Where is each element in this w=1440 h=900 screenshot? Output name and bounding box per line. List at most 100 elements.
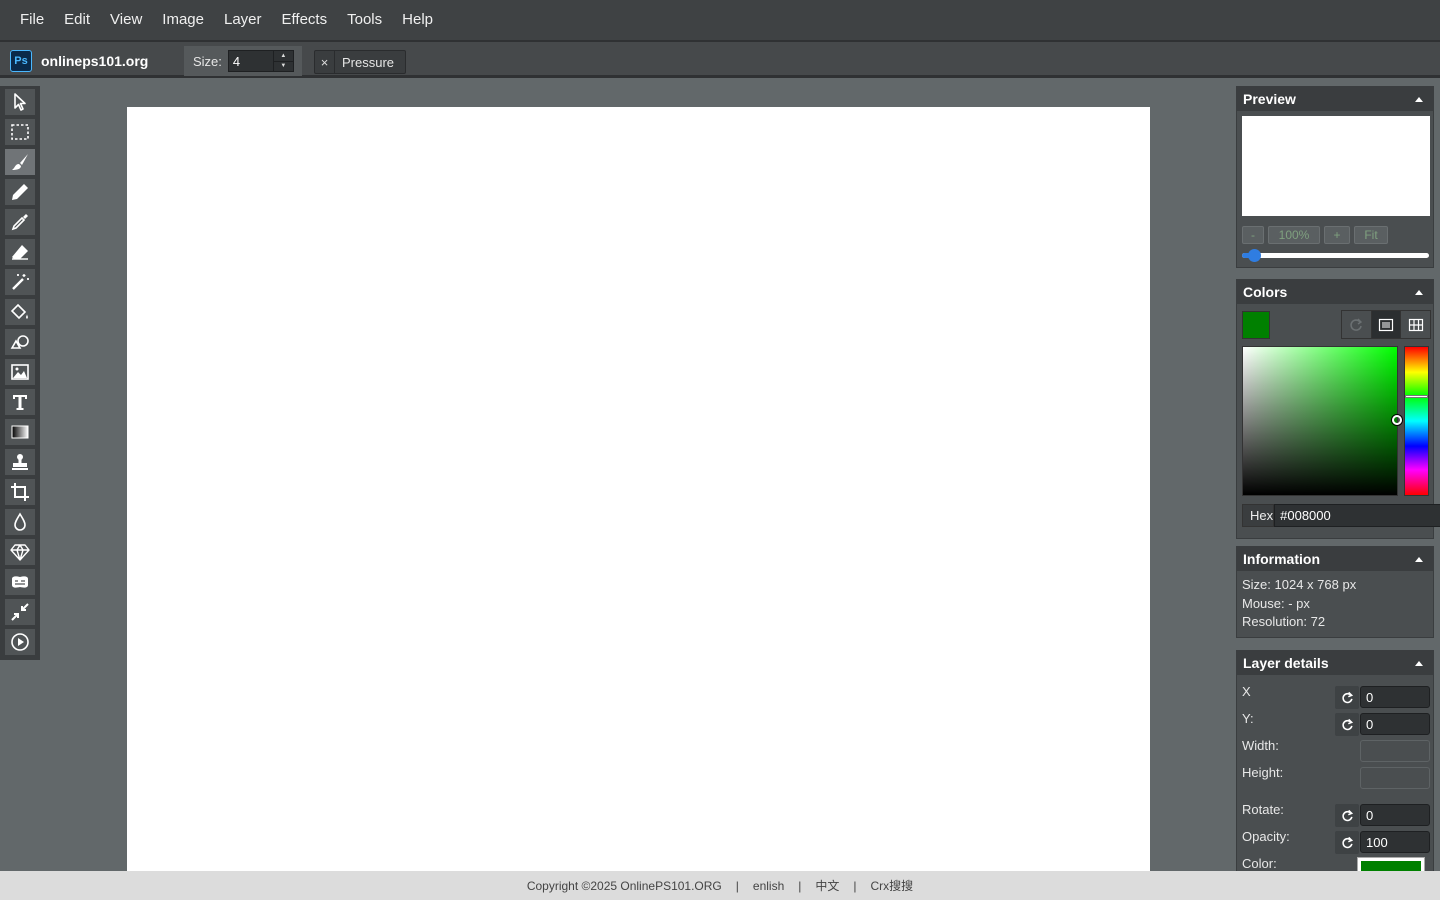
tool-eraser[interactable]: [5, 239, 35, 265]
layer-width-input[interactable]: [1360, 740, 1430, 762]
reset-rotate-button[interactable]: [1335, 804, 1359, 827]
tool-pencil[interactable]: [5, 179, 35, 205]
tool-blur[interactable]: [5, 509, 35, 535]
hex-input[interactable]: [1274, 504, 1440, 527]
layer-x-row: X: [1242, 684, 1430, 709]
tool-text[interactable]: [5, 389, 35, 415]
reset-opacity-button[interactable]: [1335, 831, 1359, 854]
preview-header[interactable]: Preview: [1237, 87, 1433, 111]
tool-image[interactable]: [5, 359, 35, 385]
tool-brush[interactable]: [5, 149, 35, 175]
tool-gradient[interactable]: [5, 419, 35, 445]
preview-panel: Preview - 100% + Fit: [1236, 86, 1434, 268]
refresh-icon: [1342, 718, 1354, 730]
zoom-fit-button[interactable]: Fit: [1354, 226, 1388, 244]
select-tool-icon: [14, 93, 26, 111]
refresh-icon: [1342, 836, 1354, 848]
collapse-arrow-icon[interactable]: [1415, 289, 1423, 295]
menu-image[interactable]: Image: [152, 0, 214, 40]
footer-separator: |: [735, 878, 739, 893]
layer-opacity-row: Opacity:: [1242, 829, 1430, 854]
color-mode-list[interactable]: [1370, 311, 1401, 338]
color-picker-handle[interactable]: [1392, 415, 1402, 425]
current-color-swatch[interactable]: [1242, 311, 1270, 339]
layer-details-header[interactable]: Layer details: [1237, 651, 1433, 675]
image-icon: [11, 364, 29, 380]
tool-clone-stamp[interactable]: [5, 449, 35, 475]
refresh-icon: [1350, 318, 1363, 331]
collapse-arrow-icon[interactable]: [1415, 660, 1423, 666]
footer-link-chinese[interactable]: 中文: [815, 877, 839, 894]
menu-layer[interactable]: Layer: [214, 0, 272, 40]
bulge-icon: [12, 576, 28, 588]
layer-y-row: Y:: [1242, 711, 1430, 736]
menu-edit[interactable]: Edit: [54, 0, 100, 40]
footer-link-english[interactable]: enlish: [753, 879, 784, 893]
tool-resize[interactable]: [5, 599, 35, 625]
magic-wand-icon: [12, 274, 29, 290]
tool-color-picker[interactable]: [5, 209, 35, 235]
tool-fill[interactable]: [5, 299, 35, 325]
zoom-slider-thumb[interactable]: [1247, 249, 1261, 262]
color-mode-wheel[interactable]: [1342, 311, 1371, 338]
zoom-slider[interactable]: [1242, 249, 1429, 262]
pressure-toggle[interactable]: × Pressure: [314, 50, 406, 74]
colors-panel: Colors Hex: [1236, 279, 1440, 539]
hue-slider-marker[interactable]: [1405, 395, 1428, 398]
tool-magic-wand[interactable]: [5, 269, 35, 295]
text-icon: [13, 395, 27, 410]
zoom-value-button[interactable]: 100%: [1268, 226, 1320, 244]
hue-slider[interactable]: [1404, 346, 1429, 496]
collapse-arrow-icon[interactable]: [1415, 556, 1423, 562]
info-size: Size: 1024 x 768 px: [1242, 577, 1357, 592]
stepper-down-icon[interactable]: ▼: [273, 60, 293, 72]
layer-x-label: X: [1242, 684, 1251, 699]
layer-height-row: Height:: [1242, 765, 1430, 789]
menu-effects[interactable]: Effects: [272, 0, 338, 40]
zoom-out-button[interactable]: -: [1242, 226, 1264, 244]
size-stepper[interactable]: ▲ ▼: [273, 50, 294, 72]
stepper-up-icon[interactable]: ▲: [274, 51, 293, 61]
footer-link-crx[interactable]: Crx搜搜: [871, 877, 914, 894]
tool-sharpen[interactable]: [5, 539, 35, 565]
information-title: Information: [1243, 551, 1320, 567]
brand[interactable]: Ps onlineps101.org: [10, 50, 148, 72]
saturation-value-picker[interactable]: [1242, 346, 1402, 496]
zoom-slider-track: [1242, 253, 1429, 258]
layer-width-label: Width:: [1242, 738, 1279, 753]
tool-bulge[interactable]: [5, 569, 35, 595]
tool-shapes[interactable]: [5, 329, 35, 355]
pressure-label: Pressure: [342, 54, 395, 70]
menu-tools[interactable]: Tools: [337, 0, 392, 40]
color-mode-grid[interactable]: [1400, 311, 1431, 338]
size-input[interactable]: [227, 50, 274, 72]
layer-opacity-input[interactable]: [1360, 831, 1430, 853]
layer-height-input[interactable]: [1360, 767, 1430, 789]
tool-crop[interactable]: [5, 479, 35, 505]
reset-x-button[interactable]: [1335, 686, 1359, 709]
information-header[interactable]: Information: [1237, 547, 1433, 571]
close-icon[interactable]: ×: [315, 51, 335, 73]
grid-icon: [1408, 318, 1423, 331]
layer-rotate-label: Rotate:: [1242, 802, 1284, 817]
eraser-icon: [12, 245, 28, 260]
collapse-arrow-icon[interactable]: [1415, 96, 1423, 102]
tool-rectangle-select[interactable]: [5, 119, 35, 145]
tool-animation[interactable]: [5, 629, 35, 655]
reset-y-button[interactable]: [1335, 713, 1359, 736]
menu-help[interactable]: Help: [392, 0, 443, 40]
menu-view[interactable]: View: [100, 0, 152, 40]
tool-select[interactable]: [5, 89, 35, 115]
layer-y-input[interactable]: [1360, 713, 1430, 735]
brush-icon: [12, 154, 28, 170]
zoom-in-button[interactable]: +: [1324, 226, 1350, 244]
pencil-icon: [12, 184, 28, 200]
menu-bar: File Edit View Image Layer Effects Tools…: [0, 0, 1440, 40]
preview-thumbnail[interactable]: [1242, 116, 1430, 216]
layer-rotate-input[interactable]: [1360, 804, 1430, 826]
colors-header[interactable]: Colors: [1237, 280, 1433, 304]
layer-x-input[interactable]: [1360, 686, 1430, 708]
ps-logo-icon: Ps: [10, 50, 32, 72]
menu-file[interactable]: File: [10, 0, 54, 40]
drawing-canvas[interactable]: [127, 107, 1150, 871]
